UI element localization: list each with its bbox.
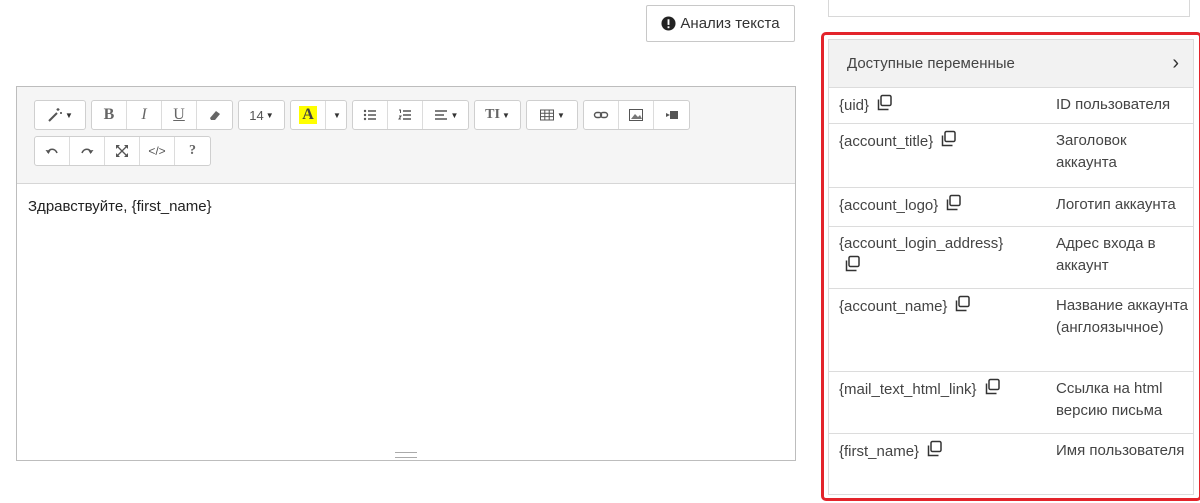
chevron-down-icon: ▼	[501, 110, 510, 120]
bold-button[interactable]: B	[92, 101, 127, 129]
font-size-value: 14	[249, 107, 264, 123]
variable-row: {account_login_address} Адрес входа в ак…	[829, 227, 1193, 289]
code-view-button[interactable]: </>	[140, 137, 175, 165]
exclamation-circle-icon	[661, 16, 676, 31]
undo-icon	[45, 148, 58, 154]
chevron-down-icon: ▼	[65, 110, 73, 120]
chevron-down-icon: ▼	[333, 110, 341, 120]
variable-name: {account_title}	[839, 133, 934, 150]
redo-button[interactable]	[70, 137, 105, 165]
variables-title: Доступные переменные	[847, 55, 1015, 72]
video-icon	[665, 111, 678, 119]
magic-wand-icon	[48, 108, 63, 122]
eraser-button[interactable]	[197, 101, 232, 129]
bullet-list-icon	[363, 109, 376, 121]
unordered-list-button[interactable]	[353, 101, 388, 129]
variable-row: {first_name} Имя пользователя	[829, 434, 1193, 494]
text-style-dropdown[interactable]: TI ▼	[475, 101, 520, 129]
variable-description: Адрес входа в аккаунт	[1056, 235, 1156, 274]
numbered-list-icon	[398, 109, 411, 120]
variable-row: {uid} ID пользователя	[829, 88, 1193, 124]
variables-panel: Доступные переменные › {uid} ID пользова…	[821, 32, 1200, 501]
top-panel-box	[828, 0, 1190, 17]
copy-icon[interactable]	[953, 295, 971, 313]
table-icon	[540, 109, 555, 121]
variables-header[interactable]: Доступные переменные ›	[829, 40, 1193, 88]
table-dropdown[interactable]: ▼	[527, 101, 577, 129]
help-button[interactable]: ?	[175, 137, 210, 165]
copy-icon[interactable]	[843, 255, 861, 273]
variable-row: {account_title} Заголовок аккаунта	[829, 124, 1193, 188]
chevron-right-icon: ›	[1172, 52, 1179, 74]
variable-name: {mail_text_html_link}	[839, 381, 977, 398]
align-dropdown[interactable]: ▼	[423, 101, 468, 129]
analyze-text-label: Анализ текста	[680, 15, 780, 32]
undo-button[interactable]	[35, 137, 70, 165]
chevron-down-icon: ▼	[557, 110, 565, 120]
fullscreen-button[interactable]	[105, 137, 140, 165]
magic-style-button[interactable]: ▼	[35, 101, 85, 129]
variable-description: Заголовок аккаунта	[1056, 132, 1127, 171]
font-size-dropdown[interactable]: 14 ▼	[239, 101, 284, 129]
chevron-down-icon: ▼	[265, 110, 274, 120]
text-editor: ▼ B I U 14 ▼ A ▼ ▼ TI ▼ ▼ </> ? Здравств…	[16, 86, 796, 461]
editor-text: Здравствуйте, {first_name}	[28, 198, 212, 215]
variable-name: {account_name}	[839, 298, 948, 315]
resize-handle[interactable]	[395, 452, 417, 458]
variable-description: ID пользователя	[1056, 96, 1171, 113]
ordered-list-button[interactable]	[388, 101, 423, 129]
align-left-icon	[434, 110, 447, 120]
variable-description: Ссылка на html версию письма	[1056, 380, 1163, 419]
variable-row: {account_name} Название аккаунта (англоя…	[829, 289, 1193, 372]
copy-icon[interactable]	[925, 440, 943, 458]
code-icon: </>	[148, 144, 166, 158]
copy-icon[interactable]	[939, 130, 957, 148]
image-button[interactable]	[619, 101, 654, 129]
text-color-dropdown[interactable]: ▼	[326, 101, 346, 129]
variable-row: {account_logo} Логотип аккаунта	[829, 188, 1193, 227]
variable-name: {first_name}	[839, 443, 920, 460]
link-button[interactable]	[584, 101, 619, 129]
image-icon	[629, 109, 643, 121]
expand-icon	[116, 145, 128, 157]
copy-icon[interactable]	[944, 194, 962, 212]
text-color-button[interactable]: A	[291, 101, 326, 129]
question-icon: ?	[189, 143, 196, 158]
editor-toolbar: ▼ B I U 14 ▼ A ▼ ▼ TI ▼ ▼ </> ?	[17, 87, 795, 184]
link-icon	[593, 111, 609, 119]
variable-description: Логотип аккаунта	[1056, 196, 1176, 213]
text-color-a-icon: A	[299, 106, 317, 124]
text-size-icon: TI	[485, 107, 500, 122]
variable-name: {account_logo}	[839, 197, 939, 214]
video-button[interactable]	[654, 101, 689, 129]
copy-icon[interactable]	[983, 378, 1001, 396]
variable-row: {mail_text_html_link} Ссылка на html вер…	[829, 372, 1193, 434]
editor-content[interactable]: Здравствуйте, {first_name}	[17, 184, 795, 229]
chevron-down-icon: ▼	[450, 110, 459, 120]
redo-icon	[81, 148, 94, 154]
analyze-text-button[interactable]: Анализ текста	[646, 5, 795, 42]
variable-name: {account_login_address}	[839, 235, 1004, 252]
variable-name: {uid}	[839, 97, 870, 114]
variable-description: Имя пользователя	[1056, 442, 1185, 459]
eraser-icon	[209, 111, 220, 120]
underline-button[interactable]: U	[162, 101, 197, 129]
italic-button[interactable]: I	[127, 101, 162, 129]
copy-icon[interactable]	[875, 94, 893, 112]
variable-description: Название аккаунта (англоязычное)	[1056, 297, 1188, 336]
